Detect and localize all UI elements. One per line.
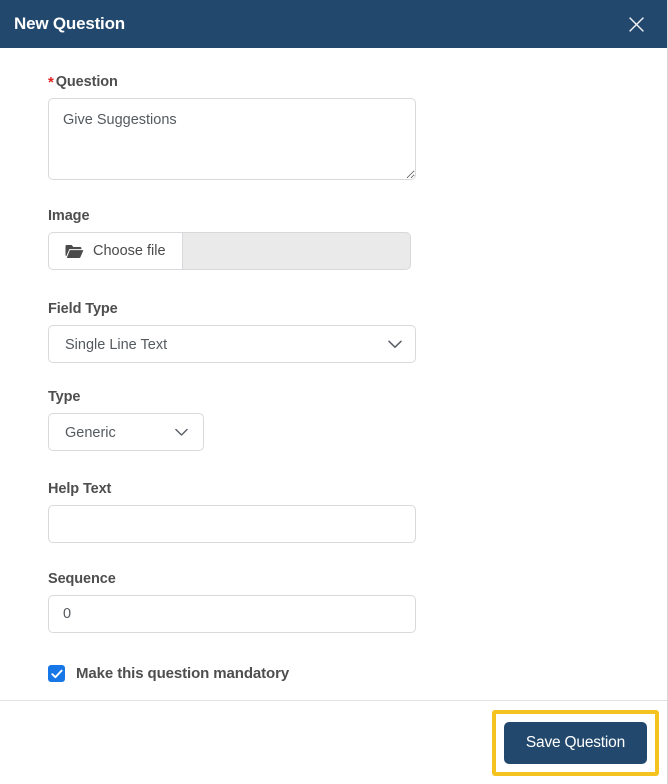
field-group-field-type: Field Type Single Line Text xyxy=(48,301,619,363)
field-group-type: Type Generic xyxy=(48,389,619,451)
field-type-label: Field Type xyxy=(48,301,118,317)
help-text-label: Help Text xyxy=(48,481,112,497)
field-type-select[interactable]: Single Line Text xyxy=(48,325,416,363)
mandatory-checkbox-row[interactable]: Make this question mandatory xyxy=(48,665,619,682)
modal-footer: Save Question xyxy=(0,700,667,784)
choose-file-label: Choose file xyxy=(93,243,166,259)
close-icon xyxy=(628,16,645,33)
field-type-select-wrap: Single Line Text xyxy=(48,325,416,363)
check-icon xyxy=(50,666,63,682)
save-question-button[interactable]: Save Question xyxy=(503,721,647,764)
file-name-field[interactable] xyxy=(182,232,411,270)
field-group-help-text: Help Text xyxy=(48,481,619,543)
sequence-label: Sequence xyxy=(48,571,116,587)
help-text-input[interactable] xyxy=(48,505,416,543)
type-label: Type xyxy=(48,389,81,405)
question-textarea[interactable] xyxy=(48,98,416,180)
page-title: New Question xyxy=(14,14,125,33)
image-label: Image xyxy=(48,208,90,224)
modal-body: *Question Image Choose file xyxy=(0,48,667,700)
file-picker: Choose file xyxy=(48,232,411,270)
required-asterisk: * xyxy=(48,74,54,91)
field-group-image: Image Choose file xyxy=(48,208,619,270)
field-group-question: * Question xyxy=(48,74,619,180)
save-button-highlight: Save Question xyxy=(491,709,659,776)
mandatory-checkbox-label[interactable]: Make this question mandatory xyxy=(76,665,289,682)
close-button[interactable] xyxy=(623,11,649,37)
type-select-wrap: Generic xyxy=(48,413,204,451)
choose-file-button[interactable]: Choose file xyxy=(48,232,183,270)
type-select[interactable]: Generic xyxy=(48,413,204,451)
new-question-modal: New Question *Question Image xyxy=(0,0,668,784)
folder-icon xyxy=(65,244,84,259)
modal-header: New Question xyxy=(0,0,667,48)
question-label-text: Question xyxy=(55,74,118,90)
mandatory-checkbox[interactable] xyxy=(48,665,65,682)
question-label: * Question xyxy=(48,74,619,90)
sequence-input[interactable] xyxy=(48,595,416,633)
field-group-sequence: Sequence xyxy=(48,571,619,633)
